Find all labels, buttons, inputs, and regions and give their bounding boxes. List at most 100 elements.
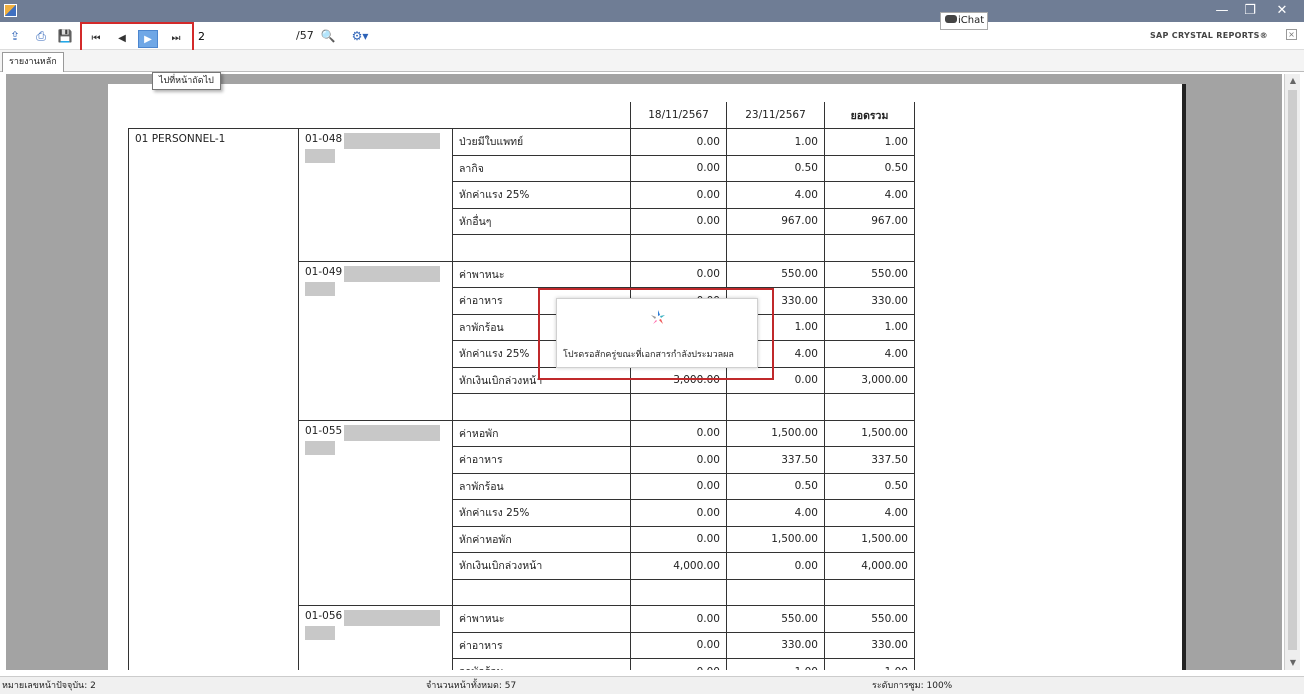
find-icon[interactable]: 🔍 bbox=[320, 27, 336, 45]
next-page-button[interactable]: ▶ bbox=[138, 30, 158, 48]
redacted-name bbox=[344, 133, 441, 149]
page-total-label: /57 bbox=[296, 29, 314, 42]
value-cell: 0.00 bbox=[630, 260, 727, 288]
next-page-tooltip: ไปที่หน้าถัดไป bbox=[152, 72, 221, 90]
item-cell: ลาพักร้อน bbox=[452, 472, 631, 500]
value-cell: 0.00 bbox=[630, 472, 727, 500]
total-cell: 1.00 bbox=[824, 128, 915, 156]
title-bar: — ❐ ✕ bbox=[0, 0, 1304, 22]
redacted-name-2 bbox=[305, 281, 335, 296]
vertical-scrollbar[interactable]: ▲ ▼ bbox=[1284, 74, 1300, 670]
scroll-down-icon[interactable]: ▼ bbox=[1285, 656, 1301, 670]
save-icon[interactable]: 💾 bbox=[56, 27, 74, 45]
value-cell: 0.00 bbox=[630, 658, 727, 670]
redacted-name-2 bbox=[305, 149, 335, 163]
value-cell: 4,000.00 bbox=[630, 552, 727, 580]
item-cell: ค่าพาหนะ bbox=[452, 605, 631, 633]
total-cell: 4.00 bbox=[824, 340, 915, 368]
page-number-input[interactable] bbox=[196, 26, 290, 46]
value-cell: 0.00 bbox=[630, 419, 727, 447]
total-cell: 330.00 bbox=[824, 287, 915, 315]
total-cell: 550.00 bbox=[824, 260, 915, 288]
last-page-button[interactable]: ⏭ bbox=[166, 30, 186, 48]
total-cell: 0.50 bbox=[824, 154, 915, 182]
empty-cell bbox=[824, 393, 915, 421]
item-cell: หักค่าแรง 25% bbox=[452, 499, 631, 527]
tab-strip: รายงานหลัก bbox=[0, 50, 1304, 72]
status-current-page: หมายเลขหน้าปัจจุบัน: 2 bbox=[2, 681, 96, 691]
department-cell: 01 PERSONNEL-1 bbox=[128, 128, 299, 670]
value-cell: 337.50 bbox=[726, 446, 825, 474]
panel-close-icon[interactable]: × bbox=[1286, 29, 1297, 40]
empty-cell bbox=[726, 578, 825, 606]
value-cell: 1,500.00 bbox=[726, 525, 825, 553]
value-cell: 550.00 bbox=[726, 605, 825, 633]
header-row: 18/11/2567 23/11/2567 ยอดรวม bbox=[129, 102, 915, 129]
loading-spinner-icon bbox=[651, 310, 665, 324]
empty-cell bbox=[630, 393, 727, 421]
value-cell: 0.00 bbox=[630, 446, 727, 474]
print-icon[interactable]: ⎙ bbox=[32, 27, 50, 45]
status-bar: หมายเลขหน้าปัจจุบัน: 2 จำนวนหน้าทั้งหมด:… bbox=[0, 676, 1304, 694]
close-icon[interactable]: ✕ bbox=[1272, 2, 1292, 20]
scroll-thumb[interactable] bbox=[1288, 90, 1297, 650]
value-cell: 0.00 bbox=[630, 631, 727, 659]
item-cell: หักอื่นๆ bbox=[452, 207, 631, 235]
empty-cell bbox=[452, 578, 631, 606]
value-cell: 0.50 bbox=[726, 472, 825, 500]
total-cell: 1.00 bbox=[824, 658, 915, 670]
empty-cell bbox=[630, 234, 727, 262]
redacted-name bbox=[344, 610, 441, 626]
total-cell: 4,000.00 bbox=[824, 552, 915, 580]
tab-main-report[interactable]: รายงานหลัก bbox=[2, 52, 64, 72]
first-page-button[interactable]: ⏮ bbox=[86, 30, 106, 48]
minimize-icon[interactable]: — bbox=[1212, 2, 1232, 20]
item-cell: ค่าหอพัก bbox=[452, 419, 631, 447]
employee-cell: 01-048 bbox=[298, 128, 453, 262]
chat-label: iChat bbox=[958, 15, 985, 26]
chat-widget[interactable]: iChat bbox=[940, 12, 988, 30]
value-cell: 0.00 bbox=[630, 181, 727, 209]
empty-cell bbox=[452, 393, 631, 421]
header-date-2: 23/11/2567 bbox=[726, 102, 825, 129]
header-date-1: 18/11/2567 bbox=[630, 102, 727, 129]
total-cell: 550.00 bbox=[824, 605, 915, 633]
empty-cell bbox=[824, 234, 915, 262]
chat-icon bbox=[945, 15, 957, 23]
value-cell: 0.50 bbox=[726, 154, 825, 182]
previous-page-button[interactable]: ◀ bbox=[112, 30, 132, 48]
total-cell: 1.00 bbox=[824, 313, 915, 341]
export-icon[interactable]: ⇪ bbox=[6, 27, 24, 45]
loading-dialog: โปรดรอสักครู่ขณะที่เอกสารกำลังประมวลผล bbox=[538, 288, 774, 380]
total-cell: 1,500.00 bbox=[824, 419, 915, 447]
value-cell: 1,500.00 bbox=[726, 419, 825, 447]
value-cell: 967.00 bbox=[726, 207, 825, 235]
value-cell: 0.00 bbox=[630, 525, 727, 553]
item-cell: ค่าอาหาร bbox=[452, 446, 631, 474]
employee-cell: 01-055 bbox=[298, 419, 453, 606]
value-cell: 0.00 bbox=[726, 552, 825, 580]
empty-cell bbox=[824, 578, 915, 606]
item-cell: ค่าอาหาร bbox=[452, 631, 631, 659]
loading-panel: โปรดรอสักครู่ขณะที่เอกสารกำลังประมวลผล bbox=[556, 298, 758, 368]
total-cell: 3,000.00 bbox=[824, 366, 915, 394]
item-cell: หักค่าหอพัก bbox=[452, 525, 631, 553]
item-cell: ลากิจ bbox=[452, 154, 631, 182]
value-cell: 0.00 bbox=[630, 605, 727, 633]
total-cell: 337.50 bbox=[824, 446, 915, 474]
item-cell: ลาพักร้อน bbox=[452, 658, 631, 670]
report-table: 18/11/2567 23/11/2567 ยอดรวม 01 PERSONNE… bbox=[128, 102, 915, 670]
value-cell: 330.00 bbox=[726, 631, 825, 659]
zoom-dropdown-icon[interactable]: ⚙▾ bbox=[346, 27, 374, 45]
table-row: 01 PERSONNEL-1 01-048 ป่วยมีใบแพทย์ 0.00 1.0… bbox=[128, 128, 915, 670]
redacted-name bbox=[344, 424, 441, 441]
value-cell: 4.00 bbox=[726, 181, 825, 209]
item-cell: ค่าพาหนะ bbox=[452, 260, 631, 288]
app-icon bbox=[4, 4, 17, 17]
value-cell: 0.00 bbox=[630, 207, 727, 235]
empty-cell bbox=[630, 578, 727, 606]
item-cell: ป่วยมีใบแพทย์ bbox=[452, 128, 631, 156]
scroll-up-icon[interactable]: ▲ bbox=[1285, 74, 1301, 88]
redacted-name bbox=[344, 265, 441, 282]
restore-icon[interactable]: ❐ bbox=[1240, 2, 1260, 20]
